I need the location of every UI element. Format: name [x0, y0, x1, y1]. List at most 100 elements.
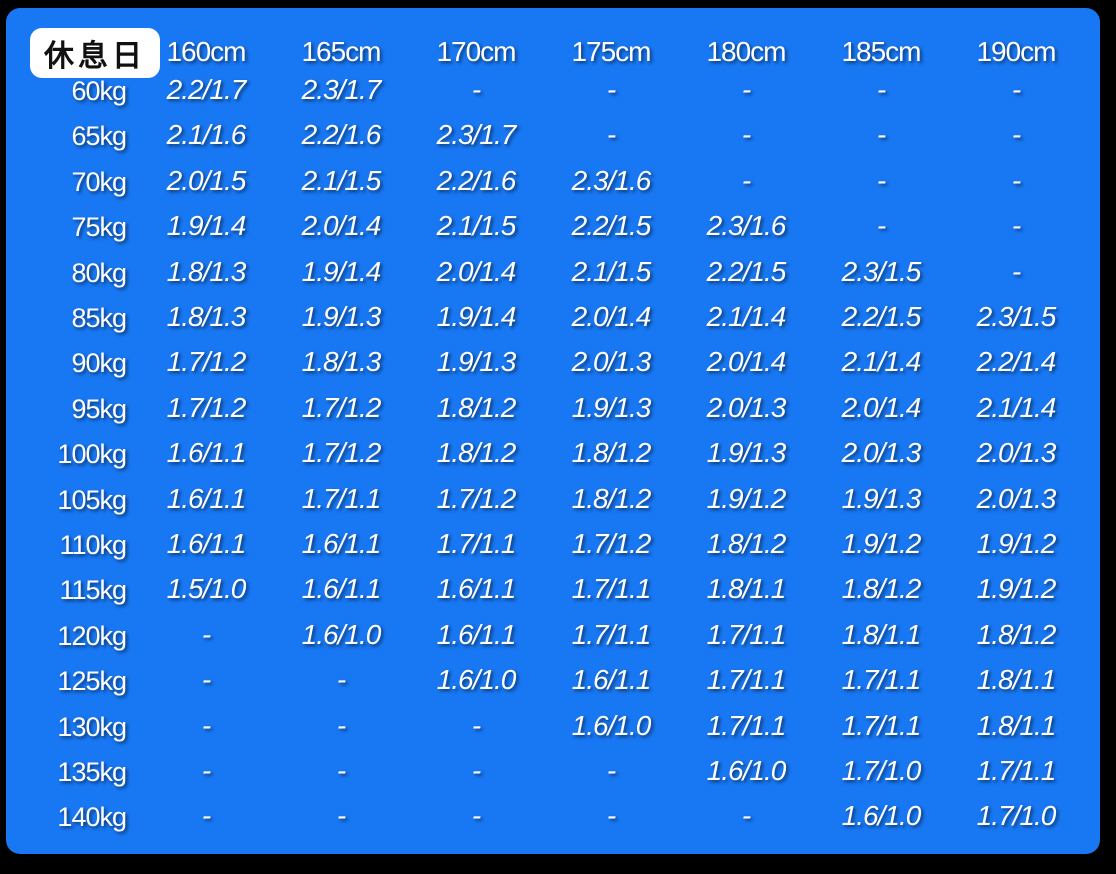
- table-cell: -: [471, 755, 481, 786]
- table-cell: 1.6/1.0: [706, 755, 787, 786]
- table-cell: -: [336, 755, 346, 786]
- table-cell: 1.6/1.0: [436, 664, 517, 696]
- table-cell: 1.8/1.1: [706, 573, 787, 605]
- table-cell: 1.8/1.3: [301, 346, 382, 378]
- row-header: 125kg: [57, 666, 127, 697]
- table-cell: 2.1/1.5: [301, 164, 382, 196]
- table-cell: -: [336, 709, 346, 741]
- table-cell: 2.0/1.4: [706, 346, 787, 378]
- table-cell: -: [336, 800, 346, 832]
- table-cell: 1.8/1.2: [571, 437, 652, 469]
- table-cell: 2.0/1.3: [571, 346, 652, 378]
- table-cell: 2.3/1.7: [436, 119, 517, 151]
- table-cell: 1.8/1.2: [976, 618, 1057, 650]
- column-header: 160cm: [166, 36, 246, 67]
- table-cell: 2.0/1.3: [976, 482, 1057, 514]
- table-cell: 1.7/1.1: [706, 709, 787, 741]
- table-cell: 1.9/1.4: [301, 255, 382, 287]
- table-cell: 1.8/1.3: [166, 255, 247, 287]
- table-cell: 1.8/1.2: [706, 528, 787, 559]
- table-cell: 1.7/1.2: [436, 482, 517, 514]
- table-cell: 2.3/1.7: [301, 74, 382, 105]
- row-header: 105kg: [57, 484, 127, 515]
- table-cell: 1.8/1.1: [841, 618, 922, 650]
- table-cell: 1.7/1.1: [841, 664, 922, 696]
- table-cell: -: [336, 664, 346, 696]
- table-cell: 1.7/1.2: [571, 528, 652, 559]
- table-cell: -: [741, 74, 751, 105]
- table-cell: -: [1011, 164, 1021, 196]
- table-cell: 2.1/1.6: [166, 119, 247, 151]
- table-panel: 休息日 160cm 165cm 170cm 175cm 180cm 185cm 190cm 6…: [6, 8, 1100, 854]
- table-cell: 1.7/1.1: [571, 573, 652, 605]
- row-header: 120kg: [57, 620, 127, 651]
- table-cell: -: [606, 800, 616, 832]
- row-header: 65kg: [71, 121, 127, 152]
- table-cell: -: [1011, 255, 1021, 287]
- row-header: 95kg: [71, 393, 127, 424]
- table-cell: 1.6/1.1: [166, 437, 247, 469]
- table-cell: 1.8/1.2: [571, 482, 652, 514]
- table-cell: -: [201, 709, 211, 741]
- table-cell: 2.0/1.3: [706, 391, 787, 423]
- table-cell: 1.8/1.1: [976, 664, 1057, 696]
- table-cell: 2.0/1.4: [571, 301, 652, 332]
- table-cell: 1.9/1.4: [436, 301, 517, 332]
- table-cell: 1.8/1.2: [436, 437, 517, 469]
- table-cell: 1.6/1.1: [166, 482, 247, 514]
- row-header: 80kg: [71, 257, 127, 288]
- column-header: 185cm: [841, 36, 921, 67]
- table-cell: 1.7/1.0: [841, 755, 922, 786]
- table-cell: 1.9/1.2: [706, 482, 787, 514]
- table-cell: -: [1011, 119, 1021, 151]
- table-cell: 2.2/1.6: [436, 164, 517, 196]
- table-cell: 2.3/1.6: [706, 210, 787, 242]
- table-cell: -: [876, 119, 886, 151]
- table-cell: 2.1/1.4: [706, 301, 787, 332]
- table-cell: 2.1/1.4: [841, 346, 922, 378]
- table-cell: 1.7/1.1: [976, 755, 1057, 786]
- table-cell: -: [471, 800, 481, 832]
- table-cell: 1.7/1.2: [166, 391, 247, 423]
- table-cell: 1.9/1.3: [571, 391, 652, 423]
- table-cell: -: [471, 709, 481, 741]
- table-cell: 1.9/1.3: [301, 301, 382, 332]
- table-cell: -: [606, 119, 616, 151]
- column-header: 180cm: [706, 36, 786, 67]
- table-cell: 1.6/1.0: [301, 618, 382, 650]
- table-cell: -: [741, 800, 751, 832]
- table-cell: 1.7/1.1: [571, 618, 652, 650]
- column-header: 165cm: [301, 36, 381, 67]
- table-cell: 1.8/1.2: [436, 391, 517, 423]
- table-cell: 1.9/1.3: [436, 346, 517, 378]
- table-cell: 1.6/1.1: [166, 528, 247, 559]
- table-cell: 1.7/1.2: [301, 437, 382, 469]
- table-cell: 2.1/1.5: [436, 210, 517, 242]
- table-cell: 1.9/1.2: [976, 573, 1057, 605]
- table-cell: 2.2/1.5: [706, 255, 787, 287]
- table-cell: -: [876, 164, 886, 196]
- table-cell: 2.1/1.4: [976, 391, 1057, 423]
- table-cell: 2.3/1.6: [571, 164, 652, 196]
- table-cell: 2.0/1.4: [436, 255, 517, 287]
- table-cell: 2.0/1.3: [976, 437, 1057, 469]
- table-cell: 2.2/1.7: [166, 74, 247, 105]
- table-cell: 1.8/1.2: [841, 573, 922, 605]
- table-cell: 1.7/1.1: [301, 482, 382, 514]
- table-cell: -: [1011, 74, 1021, 105]
- row-header: 130kg: [57, 711, 127, 742]
- table-cell: 1.9/1.4: [166, 210, 247, 242]
- row-header: 110kg: [59, 530, 127, 560]
- table-cell: 1.7/1.1: [706, 664, 787, 696]
- table-cell: 2.3/1.5: [976, 301, 1057, 332]
- table-cell: 1.7/1.1: [436, 528, 517, 559]
- table-cell: 1.6/1.1: [436, 573, 517, 605]
- row-header: 60kg: [71, 76, 127, 106]
- table-cell: -: [471, 74, 481, 105]
- table-cell: -: [201, 800, 211, 832]
- column-header: 190cm: [976, 36, 1056, 67]
- table-cell: -: [876, 74, 886, 105]
- table-cell: 1.8/1.3: [166, 301, 247, 332]
- table-cell: 1.7/1.0: [976, 800, 1057, 832]
- table-cell: 2.2/1.5: [571, 210, 652, 242]
